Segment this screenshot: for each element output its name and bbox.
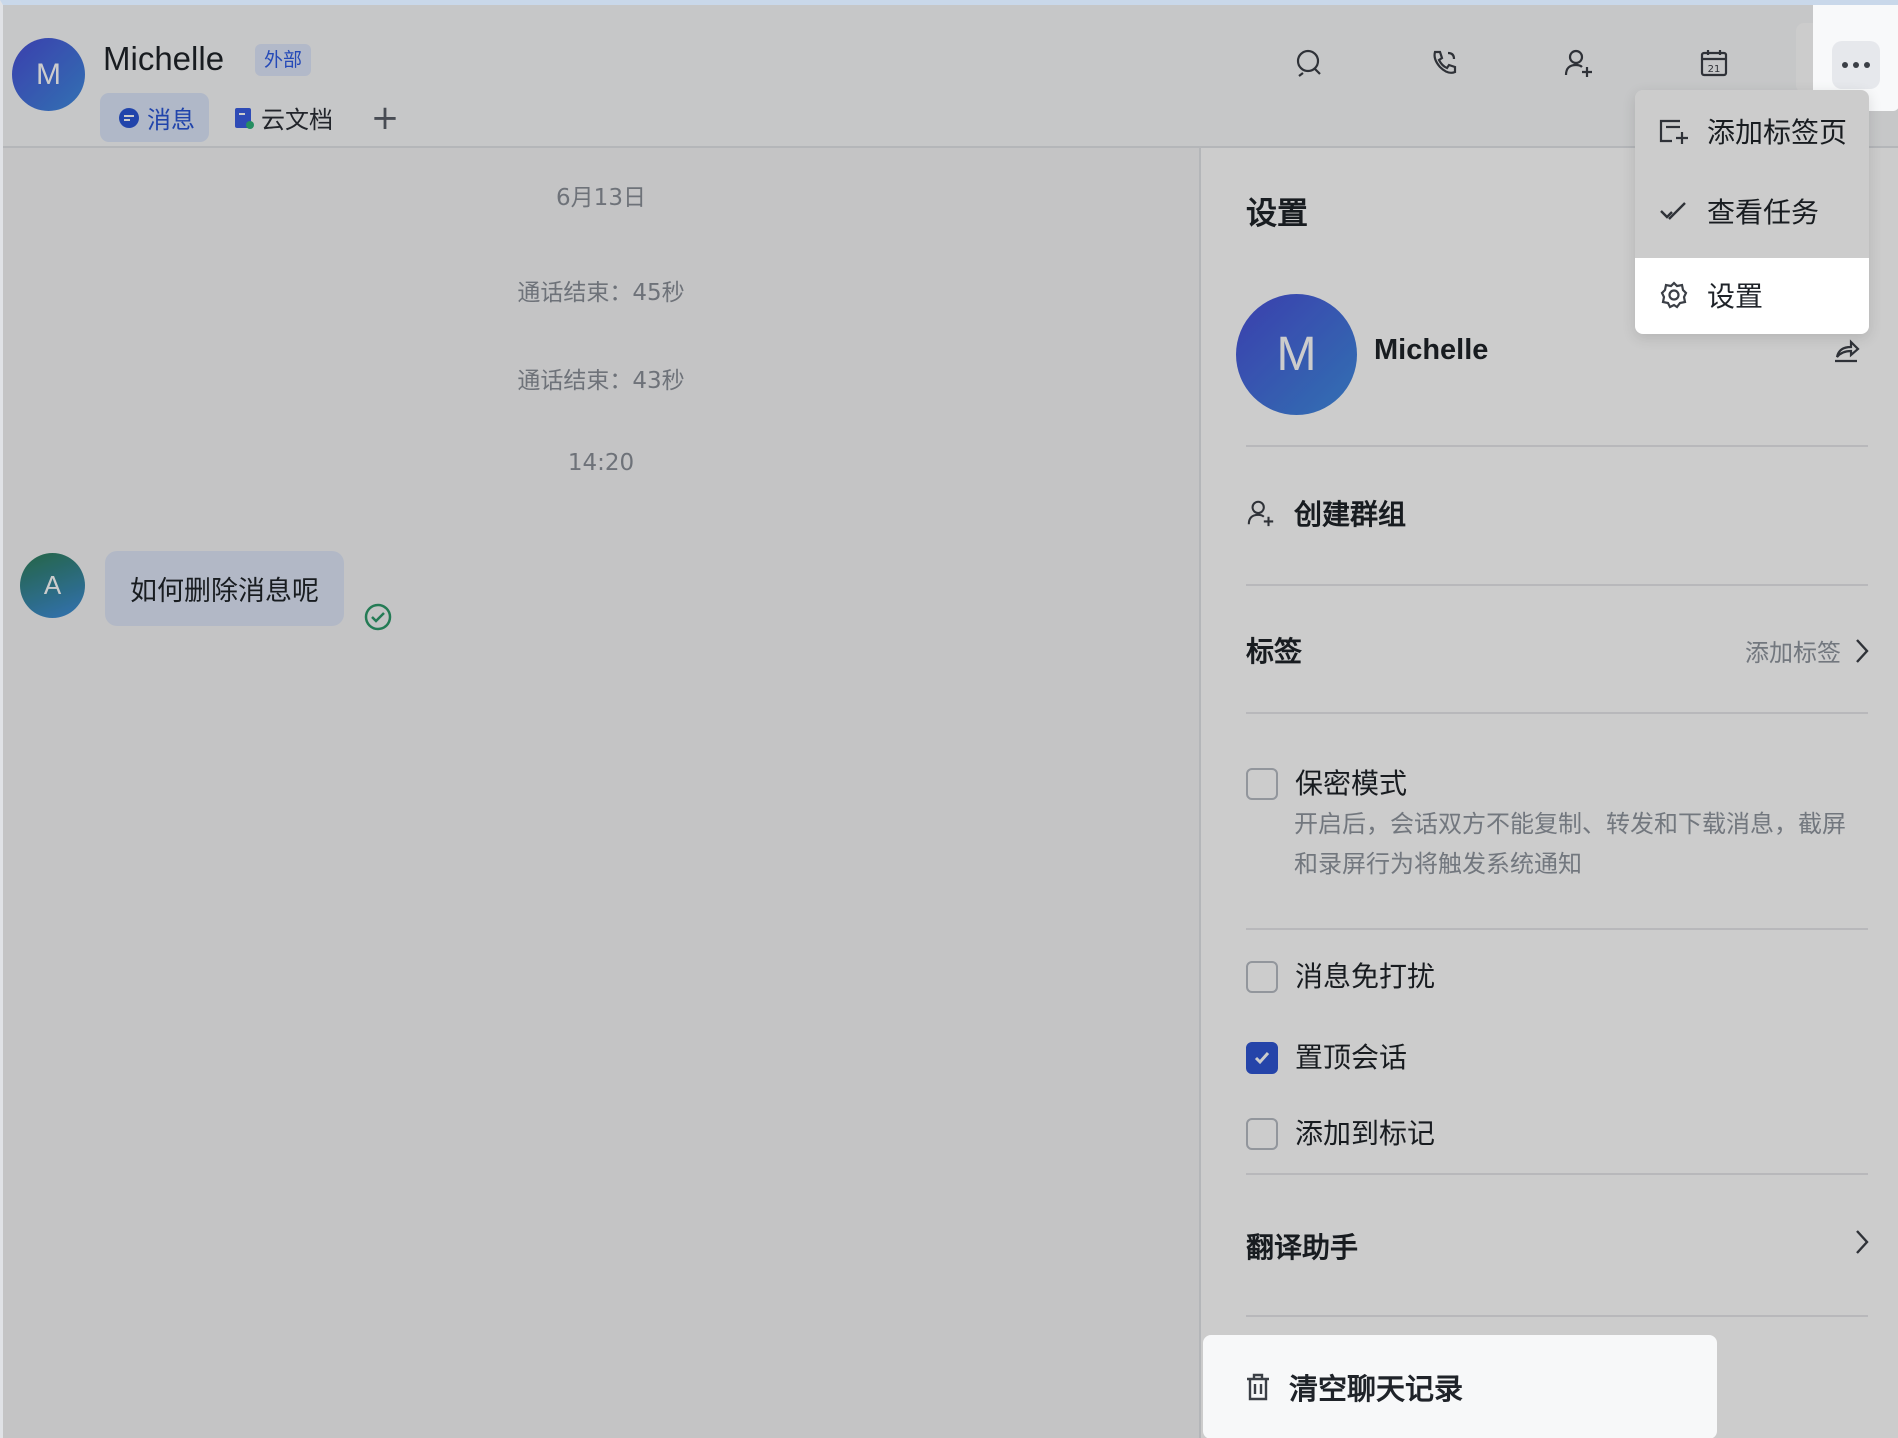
- chevron-right-icon[interactable]: [1853, 1228, 1871, 1256]
- call-icon[interactable]: [1418, 37, 1470, 89]
- bookmark-toggle[interactable]: 添加到标记: [1246, 1118, 1435, 1150]
- doc-icon: [233, 106, 255, 130]
- date-divider: 6月13日: [556, 185, 646, 211]
- divider: [1246, 1173, 1868, 1175]
- divider: [1246, 584, 1868, 586]
- add-tag-link[interactable]: 添加标签: [1745, 633, 1871, 668]
- divider: [1246, 1315, 1868, 1317]
- settings-panel: 设置 M Michelle 创建群组 标签 添加标签 保密模式 开启后，会话双方…: [1199, 148, 1898, 1438]
- tab-docs[interactable]: 云文档: [233, 93, 343, 142]
- pin-label: 置顶会话: [1295, 1041, 1408, 1074]
- tab-messages[interactable]: 消息: [100, 93, 209, 142]
- secret-mode-description: 开启后，会话双方不能复制、转发和下载消息，截屏和录屏行为将触发系统通知: [1294, 810, 1846, 878]
- tag-label: 标签: [1246, 635, 1303, 668]
- mute-toggle[interactable]: 消息免打扰: [1246, 961, 1435, 993]
- read-check-icon: [363, 602, 393, 636]
- avatar[interactable]: M: [12, 38, 85, 111]
- header-toolbar: 21: [1283, 23, 1878, 93]
- divider: [1246, 445, 1868, 447]
- svg-text:21: 21: [1708, 64, 1721, 75]
- divider: [1246, 928, 1868, 930]
- tab-label: 云文档: [261, 106, 333, 134]
- call-ended-notice: 通话结束：45秒: [517, 280, 685, 306]
- menu-item-label: 设置: [1707, 280, 1764, 313]
- divider: [1246, 712, 1868, 714]
- message-bubble[interactable]: 如何删除消息呢: [105, 551, 344, 626]
- avatar[interactable]: M: [1236, 294, 1357, 415]
- calendar-icon[interactable]: 21: [1688, 37, 1740, 89]
- pin-toggle[interactable]: 置顶会话: [1246, 1042, 1407, 1074]
- mute-label: 消息免打扰: [1295, 960, 1436, 993]
- panel-title: 设置: [1246, 196, 1308, 232]
- checkbox[interactable]: [1246, 1118, 1278, 1150]
- add-member-icon[interactable]: [1553, 37, 1605, 89]
- more-menu: 添加标签页 查看任务 设置: [1635, 90, 1869, 334]
- external-badge: 外部: [255, 44, 312, 76]
- bookmark-label: 添加到标记: [1295, 1117, 1436, 1150]
- secret-mode-label: 保密模式: [1295, 767, 1408, 800]
- chat-title: Michelle: [103, 40, 225, 77]
- clear-history-label: 清空聊天记录: [1289, 1372, 1464, 1406]
- translate-assistant-link[interactable]: 翻译助手: [1246, 1226, 1358, 1266]
- more-icon: [1832, 41, 1880, 89]
- gear-icon: [1657, 280, 1691, 310]
- share-icon[interactable]: [1831, 337, 1861, 371]
- add-tab-button[interactable]: +: [367, 93, 403, 142]
- profile-name[interactable]: Michelle: [1374, 334, 1488, 367]
- add-member-icon: [1246, 498, 1276, 528]
- secret-mode-toggle[interactable]: 保密模式: [1246, 768, 1407, 800]
- checkbox[interactable]: [1246, 961, 1278, 993]
- message-icon: [117, 106, 141, 130]
- add-tag-label: 添加标签: [1745, 639, 1841, 667]
- check-icon: [1254, 1052, 1270, 1065]
- chevron-right-icon: [1853, 637, 1871, 665]
- create-group-label: 创建群组: [1294, 498, 1407, 531]
- call-ended-notice: 通话结束：43秒: [517, 368, 685, 394]
- search-icon[interactable]: [1283, 37, 1335, 89]
- menu-item-settings[interactable]: 设置: [1635, 259, 1869, 331]
- time-divider: 14:20: [567, 450, 635, 476]
- app-window: M Michelle 外部 消息 云文档 + 21 6月13日 通话结束：45秒…: [0, 0, 1898, 1438]
- tab-label: 消息: [147, 106, 195, 134]
- checkbox[interactable]: [1246, 768, 1278, 800]
- create-group-button[interactable]: 创建群组: [1246, 493, 1406, 533]
- trash-icon: [1245, 1373, 1271, 1401]
- avatar[interactable]: A: [20, 553, 85, 618]
- message-list: 6月13日 通话结束：45秒 通话结束：43秒 14:20 A 如何删除消息呢: [3, 148, 1199, 1438]
- clear-history-button[interactable]: 清空聊天记录: [1203, 1335, 1717, 1438]
- checkbox-checked[interactable]: [1246, 1042, 1278, 1074]
- chat-header: M Michelle 外部 消息 云文档 + 21: [3, 5, 1898, 148]
- menu-dim: [1635, 90, 1869, 258]
